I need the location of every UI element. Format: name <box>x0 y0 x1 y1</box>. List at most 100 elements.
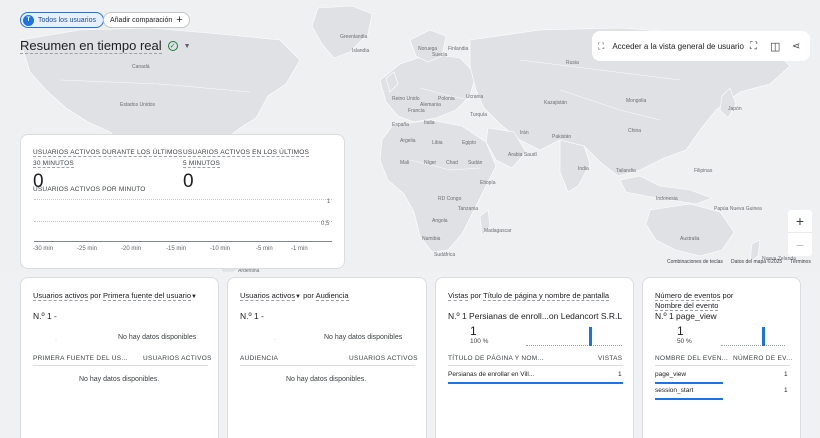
page-title-text: Resumen en tiempo real <box>20 38 162 54</box>
page-title: Resumen en tiempo real ✓ ▼ <box>20 38 191 54</box>
map-country-label: Libia <box>432 140 443 146</box>
map-country-label: Tanzania <box>458 206 479 212</box>
map-country-label: España <box>392 122 409 128</box>
card-title: Vistas por Título de página y nombre de … <box>448 291 610 301</box>
realtime-users-card: USUARIOS ACTIVOS DURANTE LOS ÚLTIMOS 30 … <box>20 134 345 269</box>
page-views-card: Vistas por Título de página y nombre de … <box>435 277 634 438</box>
x-tick-label: -1 min <box>291 246 308 252</box>
all-users-chip[interactable]: T Todos los usuarios <box>20 12 104 28</box>
empty-chart-mark: · <box>274 337 276 343</box>
x-tick-label: -5 min <box>256 246 273 252</box>
map-country-label: Alemania <box>420 102 441 108</box>
dimension-selector[interactable]: Primera fuente del usuario <box>103 291 192 301</box>
chart-gridline <box>34 199 332 200</box>
top-rank: N.º 1 page_view <box>655 311 717 321</box>
map-country-label: Canadá <box>132 64 150 70</box>
sparkline-baseline <box>721 345 785 346</box>
top-value: 1 <box>677 324 684 338</box>
column-header-views: VISTAS <box>598 355 623 362</box>
map-country-label: Arabia Saudí <box>508 152 537 158</box>
event-count-card: Número de eventos por Nombre del evento N… <box>642 277 801 438</box>
top-rank: N.º 1 Persianas de enroll...on Ledancort… <box>448 311 623 321</box>
map-country-label: Turquía <box>470 112 488 118</box>
table-row-value: 1 <box>784 387 788 394</box>
caret-down-icon[interactable]: ▼ <box>191 294 197 300</box>
plus-icon: + <box>176 13 183 26</box>
all-users-label: Todos los usuarios <box>38 16 96 24</box>
dimension-selector[interactable]: Audiencia <box>315 291 349 301</box>
map-country-label: Mali <box>400 160 410 166</box>
table-row-name[interactable]: session_start <box>655 387 693 394</box>
first-source-card: Usuarios activos por Primera fuente del … <box>20 277 219 438</box>
x-tick-label: -30 min <box>33 246 54 252</box>
audience-card: Usuarios activos▼ por Audiencia N.º 1 - … <box>227 277 427 438</box>
per-minute-label: USUARIOS ACTIVOS POR MINUTO <box>33 186 146 193</box>
chart-baseline <box>34 241 332 242</box>
x-tick-label: -10 min <box>210 246 231 252</box>
table-row-name[interactable]: page_view <box>655 371 686 378</box>
column-header-active-users: USUARIOS ACTIVOS <box>349 355 418 362</box>
dimension-selector[interactable]: Nombre del evento <box>655 301 719 311</box>
zoom-in-button[interactable]: + <box>788 210 812 233</box>
card-title: Usuarios activos por Primera fuente del … <box>33 291 197 301</box>
column-header-page-title: TÍTULO DE PÁGINA Y NOM... <box>448 355 544 362</box>
map-country-label: India <box>578 166 589 172</box>
map-country-label: Madagascar <box>484 228 512 234</box>
no-data-row: No hay datos disponibles. <box>79 376 160 383</box>
keyboard-shortcuts-link[interactable]: Combinaciones de teclas <box>667 259 723 265</box>
map-data-attribution: Datos del mapa ©2025 <box>731 259 783 265</box>
chart-gridline <box>34 221 332 222</box>
map-country-label: Greenlandia <box>340 34 368 40</box>
table-row-bar <box>448 382 623 384</box>
card-title: Usuarios activos▼ por Audiencia <box>240 291 349 301</box>
sparkline-baseline <box>526 345 622 346</box>
map-country-label: Indonesia <box>656 196 678 202</box>
column-header-source: PRIMERA FUENTE DEL US... <box>33 355 128 362</box>
map-country-label: Italia <box>424 120 435 126</box>
zoom-out-button[interactable]: − <box>788 233 812 256</box>
map-country-label: Angola <box>432 218 448 224</box>
dimension-selector[interactable]: Título de página y nombre de pantalla <box>483 291 610 301</box>
add-comparison-button[interactable]: Añadir comparación + <box>103 12 190 28</box>
map-country-label: Finlandia <box>448 46 469 52</box>
user-overview-link[interactable]: Acceder a la vista general de usuario <box>612 42 744 51</box>
table-row-name[interactable]: Persianas de enrollar en Vill... <box>448 371 534 378</box>
map-zoom-control: + − <box>788 210 812 256</box>
fullscreen-icon[interactable]: ⛶ <box>750 31 757 61</box>
map-country-label: China <box>628 128 642 134</box>
column-header-event-name: NOMBRE DEL EVEN... <box>655 355 729 362</box>
map-country-label: Mongolia <box>626 98 647 104</box>
top-right-toolbar: ⛶ Acceder a la vista general de usuario … <box>592 31 810 61</box>
terms-link[interactable]: Términos <box>790 259 811 265</box>
map-country-label: Namibia <box>422 236 441 242</box>
empty-chart-mark: · <box>55 337 57 343</box>
active-users-5-label: USUARIOS ACTIVOS EN LOS ÚLTIMOS 5 MINUTO… <box>183 149 309 168</box>
active-users-5-value: 0 <box>183 171 194 192</box>
map-country-label: Egipto <box>462 140 477 146</box>
sparkline-bar <box>589 327 592 346</box>
user-segment-avatar: T <box>23 14 34 26</box>
y-tick-label: 1 <box>327 199 331 205</box>
share-icon[interactable]: ⋖ <box>792 31 800 61</box>
header-divider <box>33 365 208 366</box>
chevron-down-icon[interactable]: ▼ <box>184 43 191 50</box>
map-country-label: Chad <box>446 160 458 166</box>
map-country-label: Sudán <box>468 160 483 166</box>
compare-columns-icon[interactable]: ◫ <box>770 31 780 61</box>
map-country-label: Reino Unido <box>392 96 420 102</box>
top-percent: 100 % <box>470 338 489 345</box>
map-country-label: Níger <box>424 160 437 166</box>
map-country-label: Suecia <box>432 52 448 58</box>
x-tick-label: -25 min <box>77 246 98 252</box>
no-data-message: No hay datos disponibles <box>324 334 403 341</box>
map-country-label: Estados Unidos <box>120 102 156 108</box>
card-title: Número de eventos por Nombre del evento <box>655 291 734 311</box>
column-header-audience: AUDIENCIA <box>240 355 279 362</box>
x-tick-label: -15 min <box>166 246 187 252</box>
map-country-label: Irán <box>520 130 529 136</box>
table-row-value: 1 <box>784 371 788 378</box>
map-country-label: Papúa Nueva Guinea <box>714 206 762 212</box>
x-tick-label: -20 min <box>121 246 142 252</box>
map-country-label: Francia <box>408 108 425 114</box>
no-data-message: No hay datos disponibles <box>118 334 197 341</box>
